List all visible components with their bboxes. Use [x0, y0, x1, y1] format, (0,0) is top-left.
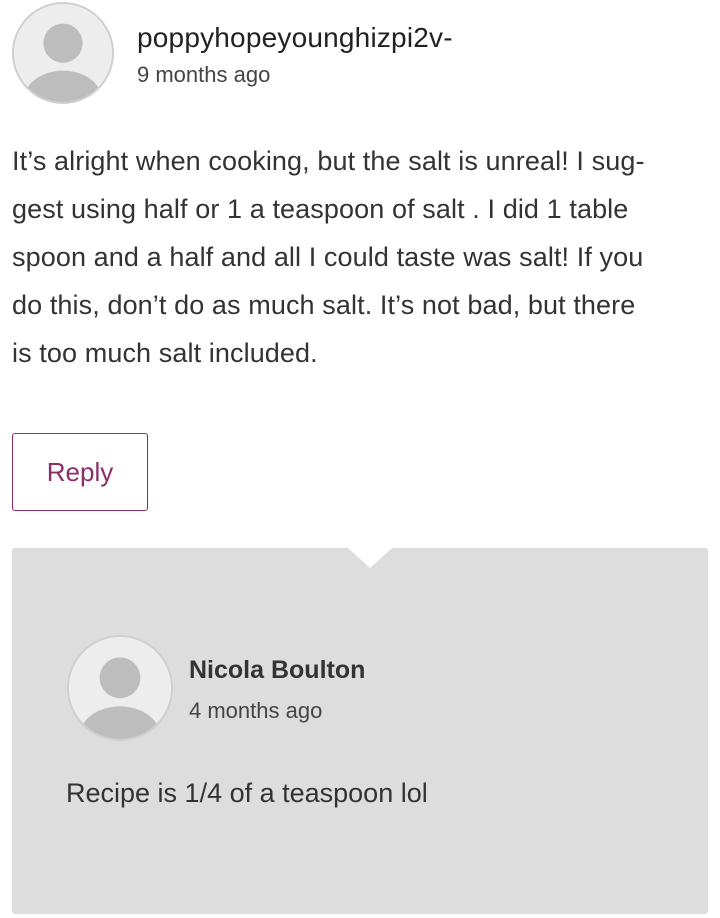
reply-timestamp: 4 months ago [189, 698, 323, 723]
comment-body-line: spoon and a half and all I could taste w… [12, 242, 644, 272]
comment-thread: poppyhopeyounghizpi2v- 9 months ago It’s… [0, 0, 720, 918]
comment-author: poppyhopeyounghizpi2v- [137, 22, 453, 53]
reply-comment: Nicola Boulton 4 months ago Recipe is 1/… [12, 548, 708, 914]
comment-body-line: is too much salt included. [12, 338, 318, 368]
avatar [67, 635, 173, 741]
reply-body: Recipe is 1/4 of a teaspoon lol [66, 778, 428, 808]
reply-notch [348, 548, 392, 568]
comment-body-line: do this, don’t do as much salt. It’s not… [12, 290, 636, 320]
comment-body-line: It’s alright when cooking, but the salt … [12, 146, 645, 176]
user-placeholder-icon [69, 637, 171, 739]
comment-body: It’s alright when cooking, but the salt … [12, 137, 712, 377]
avatar [12, 2, 114, 104]
reply-author: Nicola Boulton [189, 656, 366, 684]
user-placeholder-icon [14, 4, 112, 102]
reply-button[interactable]: Reply [12, 433, 148, 511]
comment-timestamp: 9 months ago [137, 62, 271, 87]
comment-body-line: gest using half or 1 a teaspoon of salt … [12, 194, 629, 224]
